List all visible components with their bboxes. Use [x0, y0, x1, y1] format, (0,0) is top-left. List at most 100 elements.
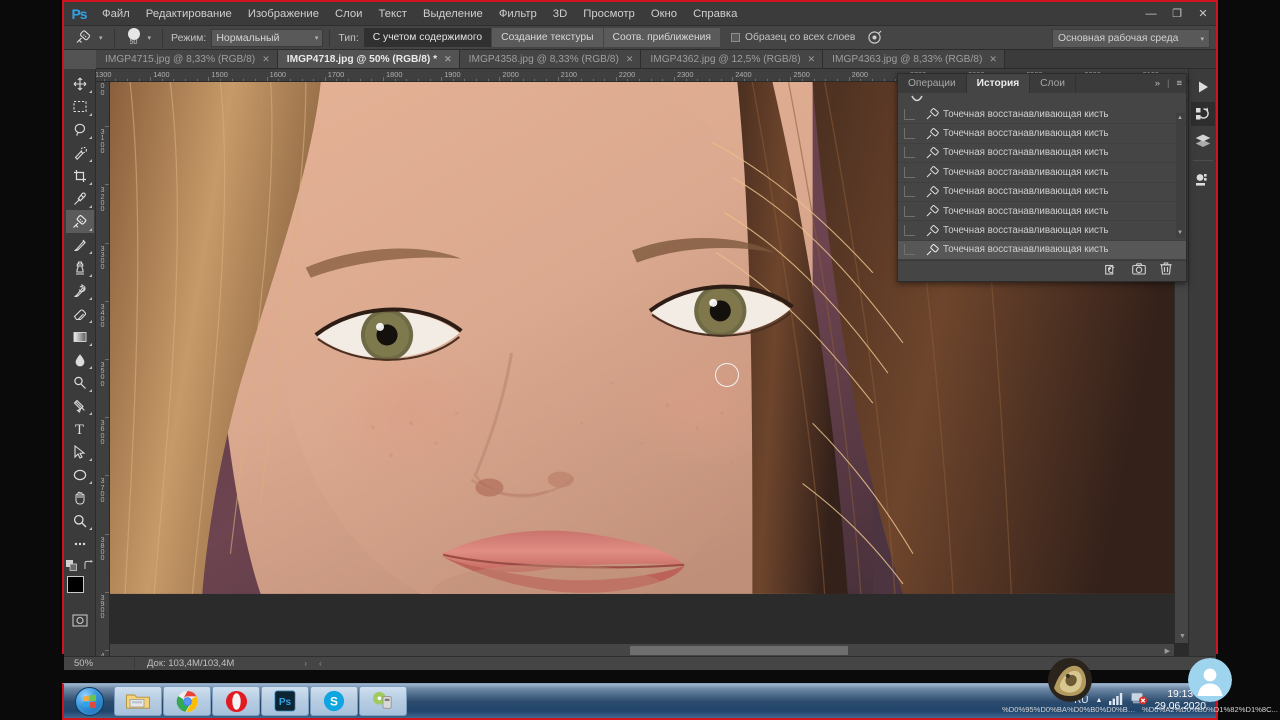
- document-tab-1[interactable]: IMGP4715.jpg @ 8,33% (RGB/8) ✕: [96, 50, 278, 68]
- history-state-row-selected[interactable]: Точечная восстанавливающая кисть: [898, 240, 1186, 261]
- close-icon[interactable]: ✕: [989, 54, 997, 65]
- taskbar-opera-button[interactable]: [212, 686, 260, 716]
- history-state-row[interactable]: Точечная восстанавливающая кисть: [898, 144, 1186, 164]
- type-tool[interactable]: T: [66, 417, 94, 440]
- close-icon[interactable]: ✕: [444, 54, 452, 65]
- scroll-down-icon[interactable]: ▼: [1177, 230, 1183, 236]
- close-icon[interactable]: ✕: [626, 54, 634, 65]
- scroll-down-icon[interactable]: ▼: [1179, 633, 1186, 640]
- tab-layers[interactable]: Слои: [1030, 74, 1076, 93]
- history-brush-tool[interactable]: [66, 279, 94, 302]
- history-toggle-icon[interactable]: [904, 166, 915, 178]
- menu-item-layers[interactable]: Слои: [327, 5, 370, 23]
- blend-mode-select[interactable]: Нормальный ▾: [211, 28, 324, 47]
- status-next-icon[interactable]: ›: [304, 659, 307, 668]
- menu-item-file[interactable]: Файл: [94, 5, 138, 23]
- spot-healing-brush-tool[interactable]: [65, 210, 94, 233]
- move-tool[interactable]: [66, 72, 94, 95]
- taskbar-chrome-button[interactable]: [163, 686, 211, 716]
- brush-tool[interactable]: [66, 233, 94, 256]
- history-state-row[interactable]: Точечная восстанавливающая кисть: [898, 105, 1186, 125]
- history-toggle-icon[interactable]: [904, 186, 915, 198]
- start-button[interactable]: [64, 685, 114, 718]
- quick-selection-tool[interactable]: [66, 141, 94, 164]
- close-icon[interactable]: ✕: [262, 54, 270, 65]
- document-tab-3[interactable]: IMGP4358.jpg @ 8,33% (RGB/8) ✕: [459, 50, 642, 68]
- crop-tool[interactable]: [66, 164, 94, 187]
- more-tools-button[interactable]: [66, 532, 94, 555]
- menu-item-text[interactable]: Текст: [371, 5, 415, 23]
- menu-item-view[interactable]: Просмотр: [575, 5, 643, 23]
- type-option-create-texture[interactable]: Создание текстуры: [492, 28, 604, 47]
- restore-button[interactable]: ❐: [1164, 2, 1190, 25]
- menu-item-filter[interactable]: Фильтр: [491, 5, 545, 23]
- rectangular-marquee-tool[interactable]: [66, 95, 94, 118]
- status-prev-icon[interactable]: ‹: [319, 659, 322, 668]
- document-tab-4[interactable]: IMGP4362.jpg @ 12,5% (RGB/8) ✕: [641, 50, 824, 68]
- type-option-proximity-match[interactable]: Соотв. приближения: [603, 28, 721, 47]
- history-toggle-icon[interactable]: [904, 108, 915, 120]
- history-state-row[interactable]: Точечная восстанавливающая кисть: [898, 221, 1186, 241]
- close-icon[interactable]: ✕: [808, 54, 816, 65]
- pen-tool[interactable]: [66, 394, 94, 417]
- swap-colors-icon[interactable]: [83, 560, 94, 571]
- document-tab-2[interactable]: IMGP4718.jpg @ 50% (RGB/8) * ✕: [277, 50, 460, 68]
- panel-menu-icon[interactable]: ≡: [1176, 78, 1182, 89]
- color-swatches[interactable]: [65, 575, 95, 605]
- menu-item-image[interactable]: Изображение: [240, 5, 327, 23]
- eraser-tool[interactable]: [66, 302, 94, 325]
- adjustments-icon[interactable]: [1191, 168, 1215, 192]
- canvas-horizontal-scrollbar[interactable]: ▶: [110, 643, 1174, 656]
- new-snapshot-icon[interactable]: [1132, 262, 1146, 280]
- layers-icon[interactable]: [1191, 129, 1215, 153]
- sample-all-layers-checkbox[interactable]: Образец со всех слоев: [730, 32, 855, 43]
- type-option-content-aware[interactable]: С учетом содержимого: [363, 28, 493, 47]
- brush-preview[interactable]: 50: [121, 27, 147, 49]
- history-state-row[interactable]: Точечная восстанавливающая кисть: [898, 163, 1186, 183]
- history-scrollbar[interactable]: ▲ ▼: [1176, 113, 1185, 239]
- scroll-right-icon[interactable]: ▶: [1165, 647, 1170, 655]
- history-snapshot-row[interactable]: [898, 93, 1186, 105]
- history-state-row[interactable]: Точечная восстанавливающая кисть: [898, 202, 1186, 222]
- brush-chevron-icon[interactable]: ▾: [148, 34, 152, 42]
- taskbar-explorer-button[interactable]: [114, 686, 162, 716]
- scroll-up-icon[interactable]: ▲: [1177, 115, 1183, 121]
- quick-mask-button[interactable]: [69, 611, 91, 629]
- tab-history[interactable]: История: [966, 74, 1031, 93]
- collapse-icon[interactable]: »: [1155, 78, 1160, 89]
- menu-item-select[interactable]: Выделение: [415, 5, 491, 23]
- blur-tool[interactable]: [66, 348, 94, 371]
- scrollbar-thumb[interactable]: [630, 646, 848, 655]
- close-button[interactable]: ✕: [1190, 2, 1216, 25]
- foreground-color-swatch[interactable]: [66, 576, 84, 593]
- tool-preset-chevron-icon[interactable]: ▾: [99, 34, 103, 42]
- taskbar-nero-button[interactable]: [359, 686, 407, 716]
- history-toggle-icon[interactable]: [904, 147, 915, 159]
- gradient-tool[interactable]: [66, 325, 94, 348]
- path-selection-tool[interactable]: [66, 440, 94, 463]
- document-tab-5[interactable]: IMGP4363.jpg @ 8,33% (RGB/8) ✕: [823, 50, 1005, 68]
- taskbar-skype-button[interactable]: S: [310, 686, 358, 716]
- history-toggle-icon[interactable]: [904, 128, 915, 140]
- new-document-from-state-icon[interactable]: [1105, 262, 1118, 280]
- ellipse-tool[interactable]: [66, 463, 94, 486]
- taskbar-photoshop-button[interactable]: Ps: [261, 686, 309, 716]
- tab-actions[interactable]: Операции: [898, 74, 967, 93]
- history-toggle-icon[interactable]: [904, 225, 915, 237]
- actions-play-icon[interactable]: [1191, 75, 1215, 99]
- history-icon[interactable]: [1190, 102, 1215, 126]
- end-screen-card-1[interactable]: %D0%95%D0%BA%D0%B0%D0%BD%8...: [1000, 658, 1140, 720]
- history-state-row[interactable]: Точечная восстанавливающая кисть: [898, 183, 1186, 202]
- zoom-level[interactable]: 50%: [74, 658, 134, 669]
- history-toggle-icon[interactable]: [904, 205, 915, 217]
- history-state-row[interactable]: Точечная восстанавливающая кисть: [898, 124, 1186, 144]
- dodge-tool[interactable]: [66, 371, 94, 394]
- default-colors-icon[interactable]: [65, 560, 77, 571]
- eyedropper-tool[interactable]: [66, 187, 94, 210]
- menu-item-window[interactable]: Окно: [643, 5, 685, 23]
- menu-item-3d[interactable]: 3D: [545, 5, 575, 23]
- lasso-tool[interactable]: [66, 118, 94, 141]
- zoom-tool[interactable]: [66, 509, 94, 532]
- history-toggle-icon[interactable]: [904, 244, 915, 256]
- clone-stamp-tool[interactable]: [66, 256, 94, 279]
